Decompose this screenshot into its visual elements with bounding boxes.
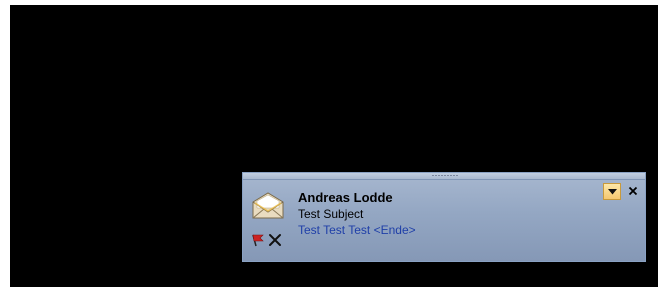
desktop-background: ········· Andreas Lodde Test Subject Tes… [10,5,658,287]
delete-icon[interactable] [268,233,282,247]
envelope-icon [252,192,284,219]
sender-name: Andreas Lodde [298,190,393,205]
chevron-down-icon [608,189,617,195]
screenshot-canvas: ········· Andreas Lodde Test Subject Tes… [0,0,667,293]
mail-subject: Test Subject [298,207,364,221]
flag-icon[interactable] [251,233,265,247]
close-icon[interactable] [627,185,639,197]
options-dropdown-button[interactable] [603,183,621,200]
mail-preview-text[interactable]: Test Test Test <Ende> [298,223,416,237]
drag-grip-handle[interactable]: ········· [423,173,467,179]
alert-drag-bar[interactable]: ········· [243,173,645,180]
new-mail-desktop-alert[interactable]: ········· Andreas Lodde Test Subject Tes… [242,172,646,262]
